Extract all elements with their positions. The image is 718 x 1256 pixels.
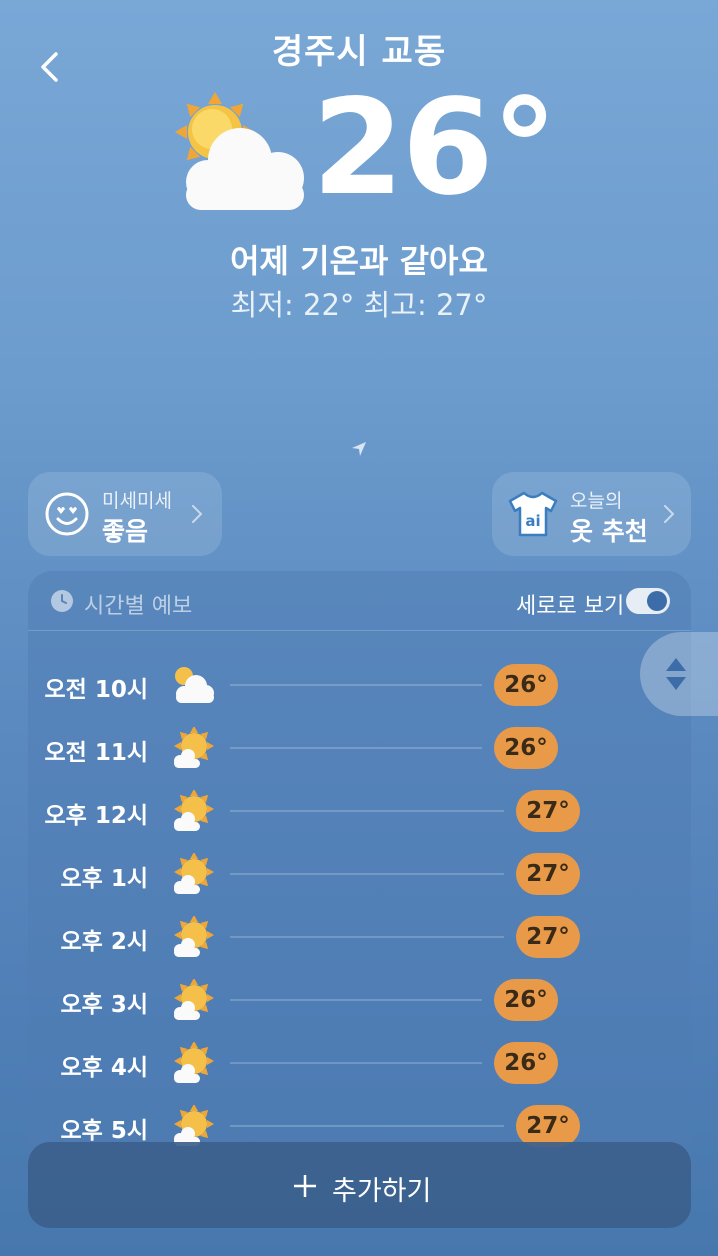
hour-label: 오후 12시 [44, 803, 149, 829]
sun-behind-cloud-icon [174, 790, 214, 831]
location-title: 경주시 교동 [271, 32, 447, 72]
hour-label: 오전 11시 [44, 740, 149, 766]
temperature-pill: 26° [494, 664, 558, 706]
temperature-pill: 27° [516, 916, 580, 958]
clothes-card-value: 옷 추천 [570, 517, 648, 546]
temperature-track-line [230, 684, 482, 686]
location-arrow-icon [352, 442, 366, 456]
hour-label: 오후 1시 [60, 866, 149, 892]
temperature-pill: 27° [516, 853, 580, 895]
hourly-forecast-title: 시간별 예보 [84, 594, 193, 619]
temperature-track-line [230, 810, 504, 812]
chevron-right-icon [192, 505, 203, 523]
vertical-view-label: 세로로 보기 [516, 594, 625, 619]
hour-label: 오전 10시 [44, 677, 149, 703]
sun-behind-cloud-icon [174, 853, 214, 894]
sun-behind-cloud-icon [174, 979, 214, 1020]
temperature-track-line [230, 936, 504, 938]
partly-cloudy-icon [175, 92, 304, 210]
panel-divider [28, 630, 691, 631]
temperature-pill: 27° [516, 1105, 580, 1147]
fine-dust-status: 좋음 [102, 517, 149, 546]
temperature-pill: 26° [494, 979, 558, 1021]
temperature-pill: 26° [494, 1042, 558, 1084]
scroll-handle[interactable] [640, 632, 718, 716]
hour-label: 오후 4시 [60, 1055, 149, 1081]
hour-label: 오후 3시 [60, 992, 149, 1018]
fine-dust-title: 미세미세 [102, 490, 172, 512]
up-down-arrows-icon [666, 658, 686, 690]
hour-label: 오후 2시 [60, 929, 149, 955]
chevron-right-icon [664, 505, 675, 523]
vertical-view-toggle[interactable] [626, 588, 670, 614]
temperature-track-line [230, 747, 482, 749]
hour-label: 오후 5시 [60, 1118, 149, 1144]
clock-icon [51, 590, 73, 612]
temperature-comparison: 어제 기온과 같아요 [230, 242, 488, 280]
temperature-pill: 27° [516, 790, 580, 832]
sun-behind-cloud-icon [174, 916, 214, 957]
add-button-label: 추가하기 [332, 1176, 432, 1207]
smiling-face-icon [45, 492, 89, 536]
temperature-track-line [230, 1062, 482, 1064]
temperature-track-line [230, 873, 504, 875]
temperature-pill: 26° [494, 727, 558, 769]
clothes-card-title: 오늘의 [570, 490, 623, 512]
clothes-ai-badge: ai [525, 512, 540, 530]
sun-behind-cloud-icon [174, 1105, 214, 1146]
partly-cloudy-icon [175, 667, 214, 703]
current-temperature: 26° [312, 71, 558, 225]
tshirt-ai-icon: ai [508, 491, 558, 537]
toggle-knob [647, 591, 667, 611]
low-high-temperature: 최저: 22° 최고: 27° [230, 288, 488, 322]
temperature-track-line [230, 1125, 504, 1127]
sun-behind-cloud-icon [174, 727, 214, 768]
sun-behind-cloud-icon [174, 1042, 214, 1083]
plus-icon [294, 1175, 316, 1197]
temperature-track-line [230, 999, 482, 1001]
